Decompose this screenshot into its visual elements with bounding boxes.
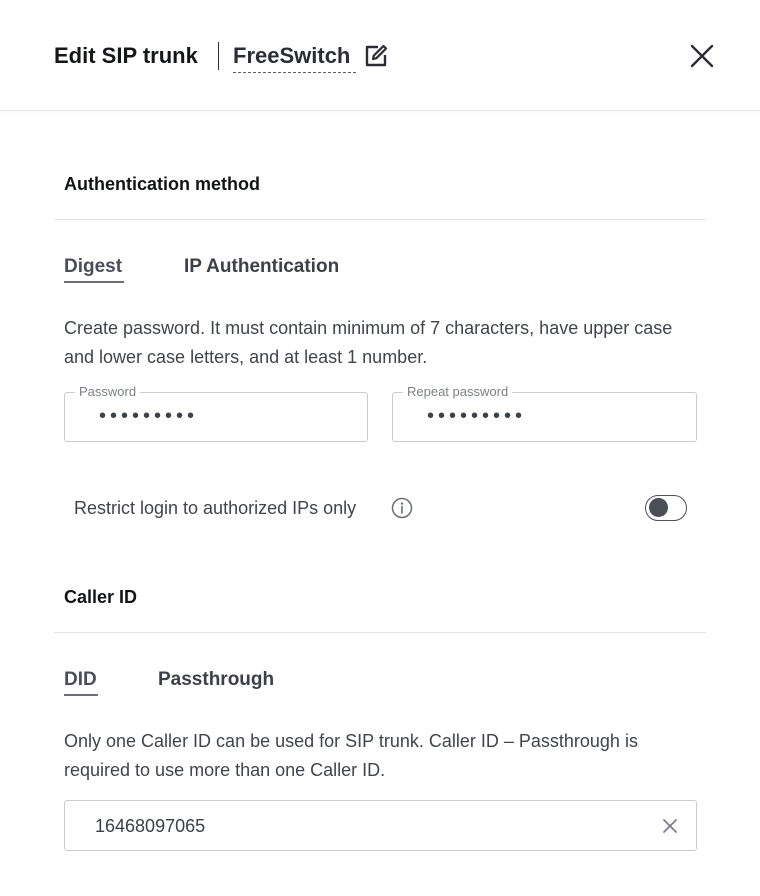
password-field[interactable]: Password ••••••••• [64, 384, 368, 442]
tab-ip-authentication[interactable]: IP Authentication [184, 255, 339, 279]
title-separator [218, 42, 219, 70]
caller-id-section-title: Caller ID [64, 587, 138, 607]
restrict-login-label: Restrict login to authorized IPs only [74, 498, 357, 518]
repeat-password-label: Repeat password [403, 384, 513, 400]
clear-icon[interactable] [662, 818, 678, 834]
repeat-password-value: ••••••••• [427, 405, 527, 427]
password-value: ••••••••• [99, 405, 199, 427]
dialog-title: Edit SIP trunk [54, 43, 198, 68]
dialog-header: Edit SIP trunk FreeSwitch [0, 0, 760, 111]
tab-digest-underline [64, 281, 124, 283]
repeat-password-field[interactable]: Repeat password ••••••••• [392, 384, 697, 442]
caller-id-divider [54, 632, 706, 633]
edit-icon[interactable] [364, 44, 390, 68]
password-description: Create password. It must contain minimum… [64, 318, 673, 367]
tab-passthrough[interactable]: Passthrough [158, 668, 274, 692]
trunk-name-underline [233, 72, 356, 73]
caller-id-description: Only one Caller ID can be used for SIP t… [64, 731, 638, 780]
toggle-knob [649, 498, 668, 517]
tab-digest[interactable]: Digest [64, 255, 122, 279]
password-label: Password [75, 384, 141, 400]
auth-section-title: Authentication method [64, 174, 260, 194]
auth-divider [54, 219, 706, 220]
did-input[interactable]: 16468097065 [64, 800, 697, 851]
info-icon[interactable] [391, 497, 413, 519]
did-value: 16468097065 [95, 816, 206, 836]
restrict-login-toggle[interactable] [645, 495, 687, 521]
tab-did[interactable]: DID [64, 668, 97, 692]
close-icon[interactable] [688, 42, 716, 70]
tab-did-underline [64, 694, 98, 696]
trunk-name[interactable]: FreeSwitch [233, 42, 350, 70]
